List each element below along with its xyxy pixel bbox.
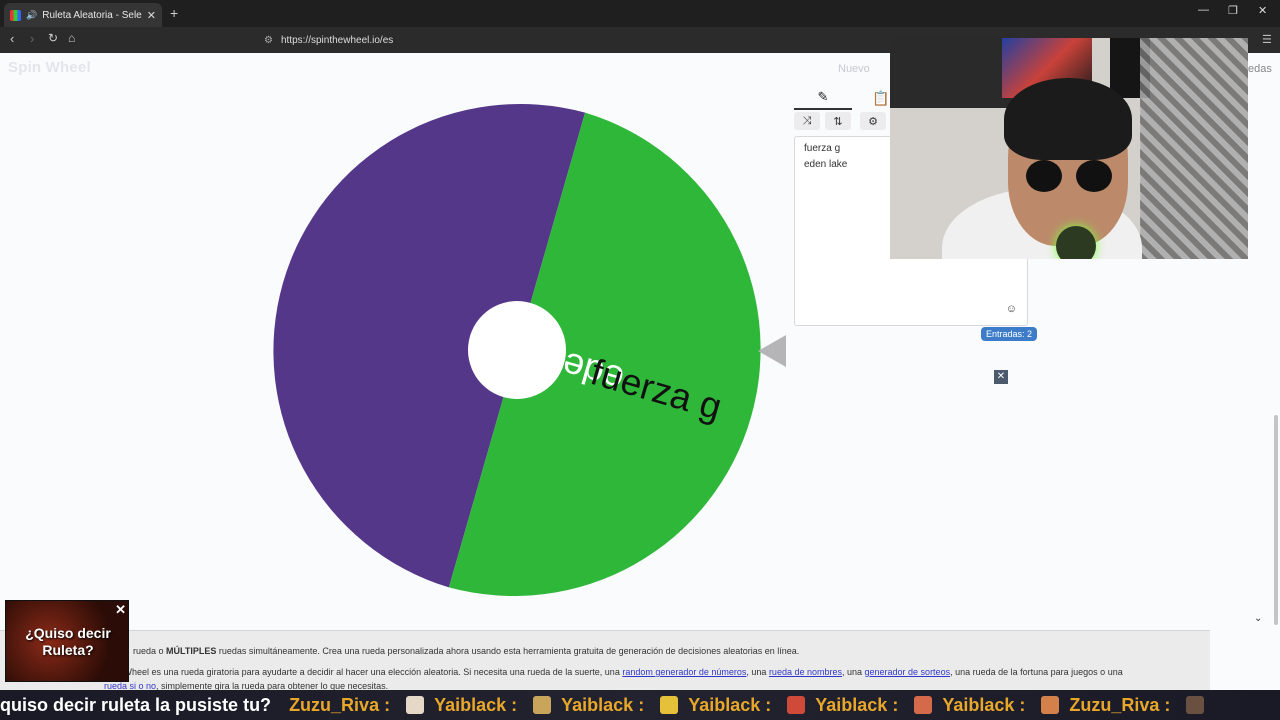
streamer-microphone bbox=[1056, 226, 1096, 259]
chat-username: Yaiblack : bbox=[688, 694, 772, 715]
popup-text: ¿Quiso decir Ruleta? bbox=[6, 625, 128, 659]
chat-username: Zuzu_Riva : bbox=[289, 694, 391, 715]
wheel-svg[interactable]: eden lake fuerza g bbox=[270, 103, 764, 597]
restore-icon[interactable]: ❐ bbox=[1228, 4, 1238, 17]
minimize-icon[interactable]: — bbox=[1198, 4, 1209, 16]
pencil-icon: ✎ bbox=[817, 89, 829, 104]
clipboard-icon: 📋 bbox=[872, 90, 890, 106]
wheel-center-hub[interactable] bbox=[468, 301, 566, 399]
browser-tab-bar: 🔊 Ruleta Aleatoria - Selector Pe ✕ + — ❐… bbox=[0, 0, 1280, 27]
random-number-link[interactable]: random generador de números bbox=[622, 667, 746, 677]
text: , una bbox=[746, 667, 769, 677]
chat-ticker: quiso decir ruleta la pusiste tu? Zuzu_R… bbox=[0, 690, 1280, 720]
chat-message: quiso decir ruleta la pusiste tu? bbox=[0, 695, 279, 716]
shuffle-button[interactable]: ⤨ bbox=[794, 112, 820, 130]
chat-message: Yaiblack : bbox=[942, 694, 1060, 716]
close-tab-icon[interactable]: ✕ bbox=[147, 9, 156, 22]
webcam-wall-collage bbox=[1140, 38, 1248, 259]
description-line-1: rueda o MÚLTIPLES ruedas simultáneamente… bbox=[133, 645, 799, 657]
text: e Wheel es una rueda giratoria para ayud… bbox=[116, 667, 623, 677]
text: , una bbox=[841, 667, 865, 677]
site-favicon-icon bbox=[10, 9, 21, 21]
close-icon[interactable]: ✕ bbox=[994, 370, 1008, 384]
forward-icon[interactable]: › bbox=[30, 31, 34, 46]
close-window-icon[interactable]: ✕ bbox=[1258, 4, 1267, 17]
chat-username: Yaiblack : bbox=[942, 694, 1026, 715]
bold-text: MÚLTIPLES bbox=[166, 646, 217, 656]
tab-title: Ruleta Aleatoria - Selector Pe bbox=[42, 9, 142, 21]
reload-icon[interactable]: ↻ bbox=[48, 31, 58, 45]
streamer-sunglasses bbox=[1026, 160, 1062, 192]
header-link-partial[interactable]: edas bbox=[1248, 63, 1272, 75]
close-icon[interactable]: ✕ bbox=[115, 602, 126, 618]
settings-button[interactable]: ⚙ bbox=[860, 112, 886, 130]
chat-message: Yaiblack : bbox=[434, 694, 552, 716]
sort-button[interactable]: ⇅ bbox=[825, 112, 851, 130]
site-logo[interactable]: Spin Wheel bbox=[8, 59, 91, 76]
sort-icon: ⇅ bbox=[833, 115, 843, 128]
chat-message: Zuzu_Riva : bbox=[289, 694, 425, 716]
shuffle-icon: ⤨ bbox=[802, 114, 812, 127]
text: , una rueda de la fortuna para juegos o … bbox=[950, 667, 1123, 677]
emoji-icon[interactable]: ☺ bbox=[1006, 301, 1017, 317]
entries-count-badge: Entradas: 2 bbox=[981, 327, 1038, 341]
tab-results[interactable]: 📋 bbox=[872, 90, 889, 107]
wheel-pointer bbox=[758, 335, 786, 367]
url-text: https://spinthewheel.io/es bbox=[280, 34, 394, 46]
gear-icon: ⚙ bbox=[868, 115, 878, 128]
new-wheel-link[interactable]: Nuevo bbox=[838, 63, 870, 75]
site-info-icon[interactable]: ⚙ bbox=[264, 35, 273, 46]
chevron-down-icon[interactable]: ⌄ bbox=[1254, 613, 1262, 624]
scrollbar[interactable] bbox=[1274, 415, 1278, 625]
popup-line-2: Ruleta? bbox=[42, 642, 94, 658]
chat-message: Yaiblack : bbox=[815, 694, 933, 716]
emote-icon bbox=[1186, 696, 1205, 714]
text: ruedas simultáneamente. Crea una rueda p… bbox=[216, 646, 800, 656]
description-line-2: e Wheel es una rueda giratoria para ayud… bbox=[116, 666, 1123, 678]
emote-icon bbox=[914, 696, 933, 714]
back-icon[interactable]: ‹ bbox=[10, 31, 14, 46]
chat-message-text: quiso decir ruleta la pusiste tu? bbox=[0, 694, 272, 715]
chat-username: Yaiblack : bbox=[815, 694, 899, 715]
new-tab-icon[interactable]: + bbox=[170, 5, 178, 21]
webcam-overlay bbox=[890, 38, 1248, 259]
chat-message: Yaiblack : bbox=[688, 694, 806, 716]
address-bar[interactable]: ⚙ https://spinthewheel.io/es bbox=[258, 30, 898, 50]
tab-edit[interactable]: ✎ bbox=[794, 86, 852, 110]
description-section: rueda o MÚLTIPLES ruedas simultáneamente… bbox=[0, 630, 1210, 691]
streamer-sunglasses bbox=[1076, 160, 1112, 192]
home-icon[interactable]: ⌂ bbox=[68, 31, 75, 45]
chat-message: Yaiblack : bbox=[561, 694, 679, 716]
streamer-hair bbox=[1004, 78, 1132, 160]
emote-icon bbox=[660, 696, 679, 714]
chat-username: Zuzu_Riva : bbox=[1069, 694, 1171, 715]
spin-wheel[interactable]: eden lake fuerza g bbox=[270, 103, 764, 597]
emote-icon bbox=[406, 696, 425, 714]
ruleta-popup[interactable]: ✕ ¿Quiso decir Ruleta? bbox=[5, 600, 129, 682]
chat-message: Zuzu_Riva : bbox=[1069, 694, 1205, 716]
text: rueda o bbox=[133, 646, 167, 656]
emote-icon bbox=[1041, 696, 1060, 714]
chat-username: Yaiblack : bbox=[561, 694, 645, 715]
browser-tab[interactable]: 🔊 Ruleta Aleatoria - Selector Pe ✕ bbox=[4, 3, 162, 27]
emote-icon bbox=[533, 696, 552, 714]
name-wheel-link[interactable]: rueda de nombres bbox=[769, 667, 842, 677]
chat-username: Yaiblack : bbox=[434, 694, 518, 715]
popup-line-1: ¿Quiso decir bbox=[25, 625, 111, 641]
emote-icon bbox=[787, 696, 806, 714]
menu-icon[interactable]: ☰ bbox=[1262, 33, 1272, 46]
speaker-icon[interactable]: 🔊 bbox=[26, 10, 37, 21]
raffle-generator-link[interactable]: generador de sorteos bbox=[865, 667, 951, 677]
